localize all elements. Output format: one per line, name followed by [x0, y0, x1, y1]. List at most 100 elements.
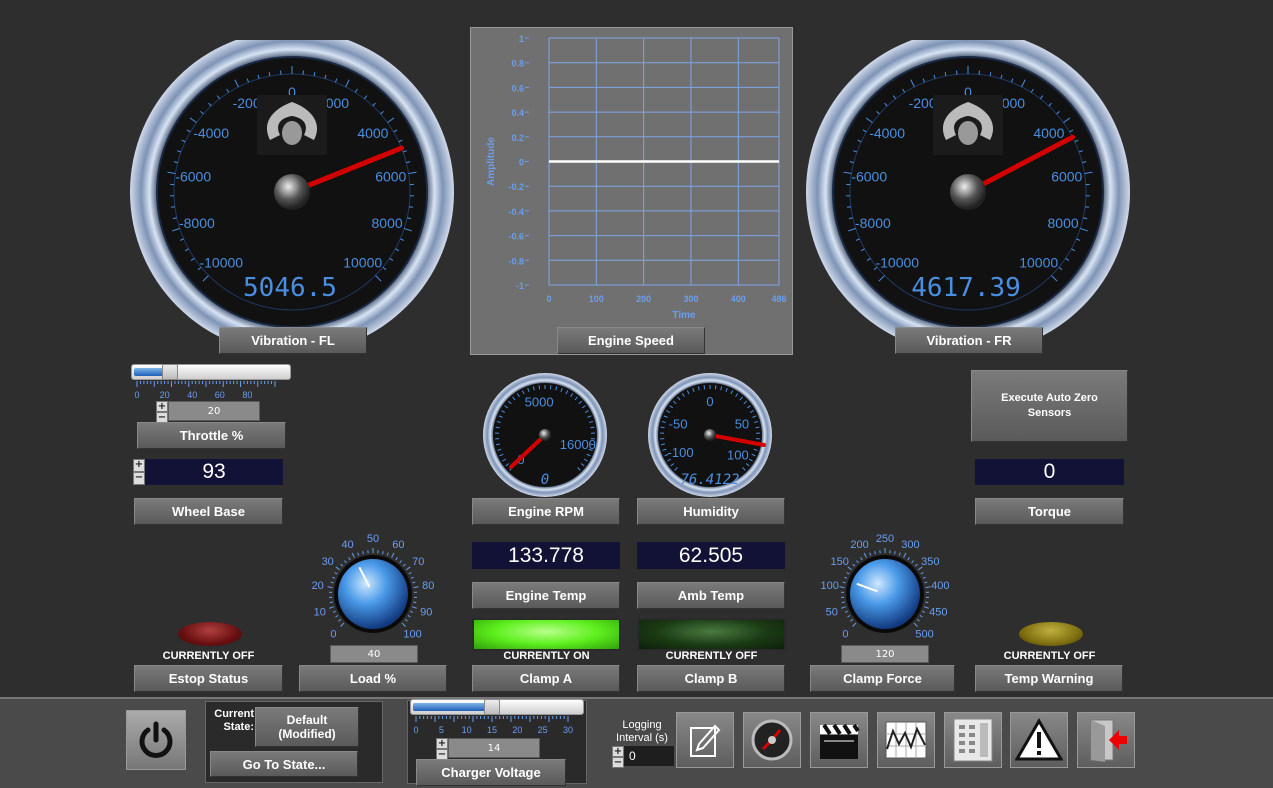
- increment-icon[interactable]: +: [133, 459, 145, 472]
- knob-tick: [413, 586, 419, 589]
- throttle-value[interactable]: 20: [168, 401, 260, 421]
- gauge-button[interactable]: [743, 712, 801, 768]
- knob-tick: [338, 618, 342, 622]
- gauge-icon: [751, 719, 793, 761]
- decrement-icon[interactable]: −: [133, 472, 145, 485]
- knob-tick: [412, 581, 416, 584]
- auto-zero-button[interactable]: Execute Auto Zero Sensors: [971, 370, 1128, 442]
- knob-tick-label: 40: [341, 539, 353, 551]
- knob-tick-label: 50: [826, 606, 838, 618]
- knob-tick: [841, 606, 847, 609]
- engine-speed-graph: 1 0.8 0.6 0.4 0.2 0 -0.2 -0.4 -0.6 -0.8 -1 0 100 200 3…: [470, 27, 793, 355]
- throttle-thumb[interactable]: [161, 364, 178, 380]
- vibration-fl-gauge: -10000-8000-6000-4000-200000040006000800…: [130, 40, 454, 340]
- clapperboard-button[interactable]: [810, 712, 868, 768]
- knob-tick: [401, 622, 406, 627]
- exit-button[interactable]: [1077, 712, 1135, 768]
- x-tick-label: 200: [636, 294, 651, 304]
- go-to-state-button[interactable]: Go To State...: [210, 751, 358, 777]
- clamp-b-label: Clamp B: [637, 665, 785, 692]
- slider-tick-label: 20: [160, 390, 170, 400]
- gauge-tick-label: -100: [668, 445, 694, 460]
- knob-tick: [903, 552, 907, 558]
- knob-tick-label: 20: [312, 580, 324, 592]
- knob-face[interactable]: [338, 559, 408, 629]
- knob-tick-label: 250: [876, 533, 894, 545]
- gauge-tick: [1085, 206, 1090, 208]
- warning-button[interactable]: [1010, 712, 1068, 768]
- vibration-fr-label: Vibration - FR: [895, 327, 1043, 354]
- slider-tick-label: 5: [439, 725, 444, 735]
- x-tick-label: 100: [589, 294, 604, 304]
- knob-tick-label: 450: [929, 606, 947, 618]
- knob-tick-label: 350: [921, 556, 939, 568]
- gauge-tick-label: 5000: [525, 395, 554, 410]
- knob-tick: [410, 610, 414, 613]
- power-button[interactable]: [126, 710, 186, 770]
- knob-tick: [340, 622, 345, 627]
- chart-button[interactable]: [877, 712, 935, 768]
- gauge-tick: [755, 426, 760, 429]
- edit-note-button[interactable]: [676, 712, 734, 768]
- charger-value[interactable]: 14: [448, 738, 540, 758]
- knob-tick: [332, 610, 336, 613]
- engine-rpm-readout: 0: [541, 472, 549, 488]
- increment-icon[interactable]: +: [612, 746, 624, 757]
- edit-note-icon: [690, 724, 721, 757]
- power-icon: [139, 721, 173, 758]
- knob-tick: [856, 560, 859, 564]
- charger-thumb[interactable]: [483, 699, 500, 715]
- control-panel-icon: [953, 718, 993, 762]
- x-tick-label: 400: [731, 294, 746, 304]
- knob-tick: [340, 563, 344, 567]
- graph-plot: 1 0.8 0.6 0.4 0.2 0 -0.2 -0.4 -0.6 -0.8 -1 0 100 200 3…: [486, 34, 787, 321]
- engine-temp-label: Engine Temp: [472, 582, 620, 609]
- knob-tick: [329, 601, 333, 604]
- load-value[interactable]: 40: [330, 645, 418, 663]
- clamp-force-value[interactable]: 120: [841, 645, 929, 663]
- knob-tick-label: 60: [392, 539, 404, 551]
- knob-tick: [869, 552, 872, 556]
- y-tick-label: -0.2: [508, 182, 524, 192]
- knob-face[interactable]: [850, 559, 920, 629]
- throttle-slider[interactable]: [131, 364, 291, 380]
- logging-stepper[interactable]: + −: [612, 746, 624, 768]
- gauge-tick-label: -4000: [193, 125, 229, 141]
- load-knob[interactable]: 0 10 20 30 40 50 60 70 80 90 100: [300, 532, 445, 650]
- y-tick-label: -0.4: [508, 207, 524, 217]
- control-panel-button[interactable]: [944, 712, 1002, 768]
- torque-value: 0: [975, 459, 1124, 485]
- amb-temp-label: Amb Temp: [637, 582, 785, 609]
- slider-tick-label: 25: [538, 725, 548, 735]
- gauge-tick: [170, 206, 175, 208]
- y-axis-label: Amplitude: [486, 137, 497, 186]
- increment-icon[interactable]: +: [156, 401, 168, 412]
- increment-icon[interactable]: +: [436, 738, 448, 749]
- warning-icon: [1015, 718, 1063, 761]
- clamp-a-state: CURRENTLY ON: [503, 650, 590, 662]
- humidity-gauge: -100 -50 0 50 100 76.4122: [648, 373, 772, 497]
- gauge-tick-label: -10000: [875, 255, 919, 271]
- slider-tick-label: 0: [413, 725, 418, 735]
- logging-value[interactable]: 0: [624, 746, 674, 766]
- decrement-icon[interactable]: −: [612, 757, 624, 768]
- wheel-base-stepper[interactable]: + −: [133, 459, 145, 485]
- knob-tick: [413, 601, 417, 604]
- wheel-base-value[interactable]: 93: [145, 459, 283, 485]
- throttle-stepper[interactable]: + −: [156, 401, 168, 423]
- charger-stepper[interactable]: + −: [436, 738, 448, 760]
- charger-slider[interactable]: [410, 699, 584, 715]
- clamp-force-knob[interactable]: 0 50 100 150200 250 300350 400 450 500: [812, 532, 957, 650]
- gauge-tick-label: -6000: [851, 168, 887, 184]
- logging-label: Logging Interval (s): [616, 719, 668, 744]
- clamp-a-led: [472, 618, 621, 651]
- knob-tick: [344, 560, 347, 564]
- vibration-fl-readout: 5046.5: [243, 273, 337, 303]
- knob-tick: [841, 601, 845, 604]
- knob-tick: [850, 618, 854, 622]
- knob-tick-label: 500: [915, 629, 933, 641]
- knob-tick-label: 80: [422, 580, 434, 592]
- engine-rpm-gauge: 0500016000 0: [483, 373, 607, 497]
- throttle-label: Throttle %: [137, 422, 286, 449]
- knob-tick: [922, 576, 926, 579]
